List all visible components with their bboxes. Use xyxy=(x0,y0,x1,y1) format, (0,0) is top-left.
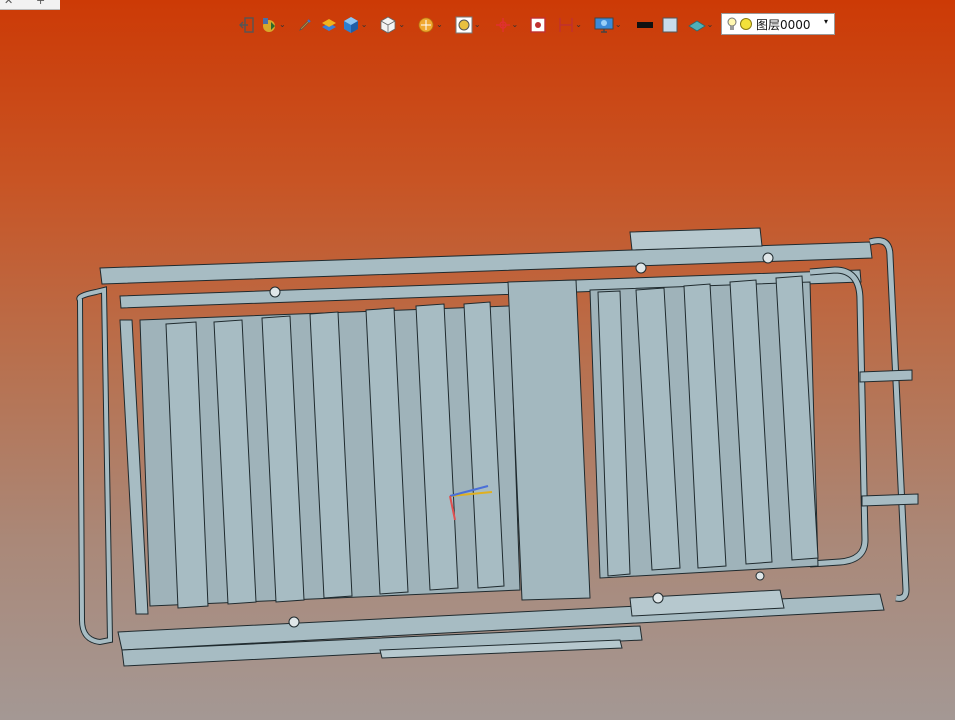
right-u-frame xyxy=(809,266,869,568)
right-u-frame-fill xyxy=(809,267,868,567)
right-end-frame xyxy=(868,237,910,602)
right-axle-top xyxy=(859,369,913,383)
hospital-bed-frame-model xyxy=(76,227,919,667)
top-side-rail xyxy=(629,227,763,251)
right-axle-bottom xyxy=(861,493,919,507)
cad-model-viewport[interactable] xyxy=(0,0,955,720)
center-plate xyxy=(507,279,591,601)
